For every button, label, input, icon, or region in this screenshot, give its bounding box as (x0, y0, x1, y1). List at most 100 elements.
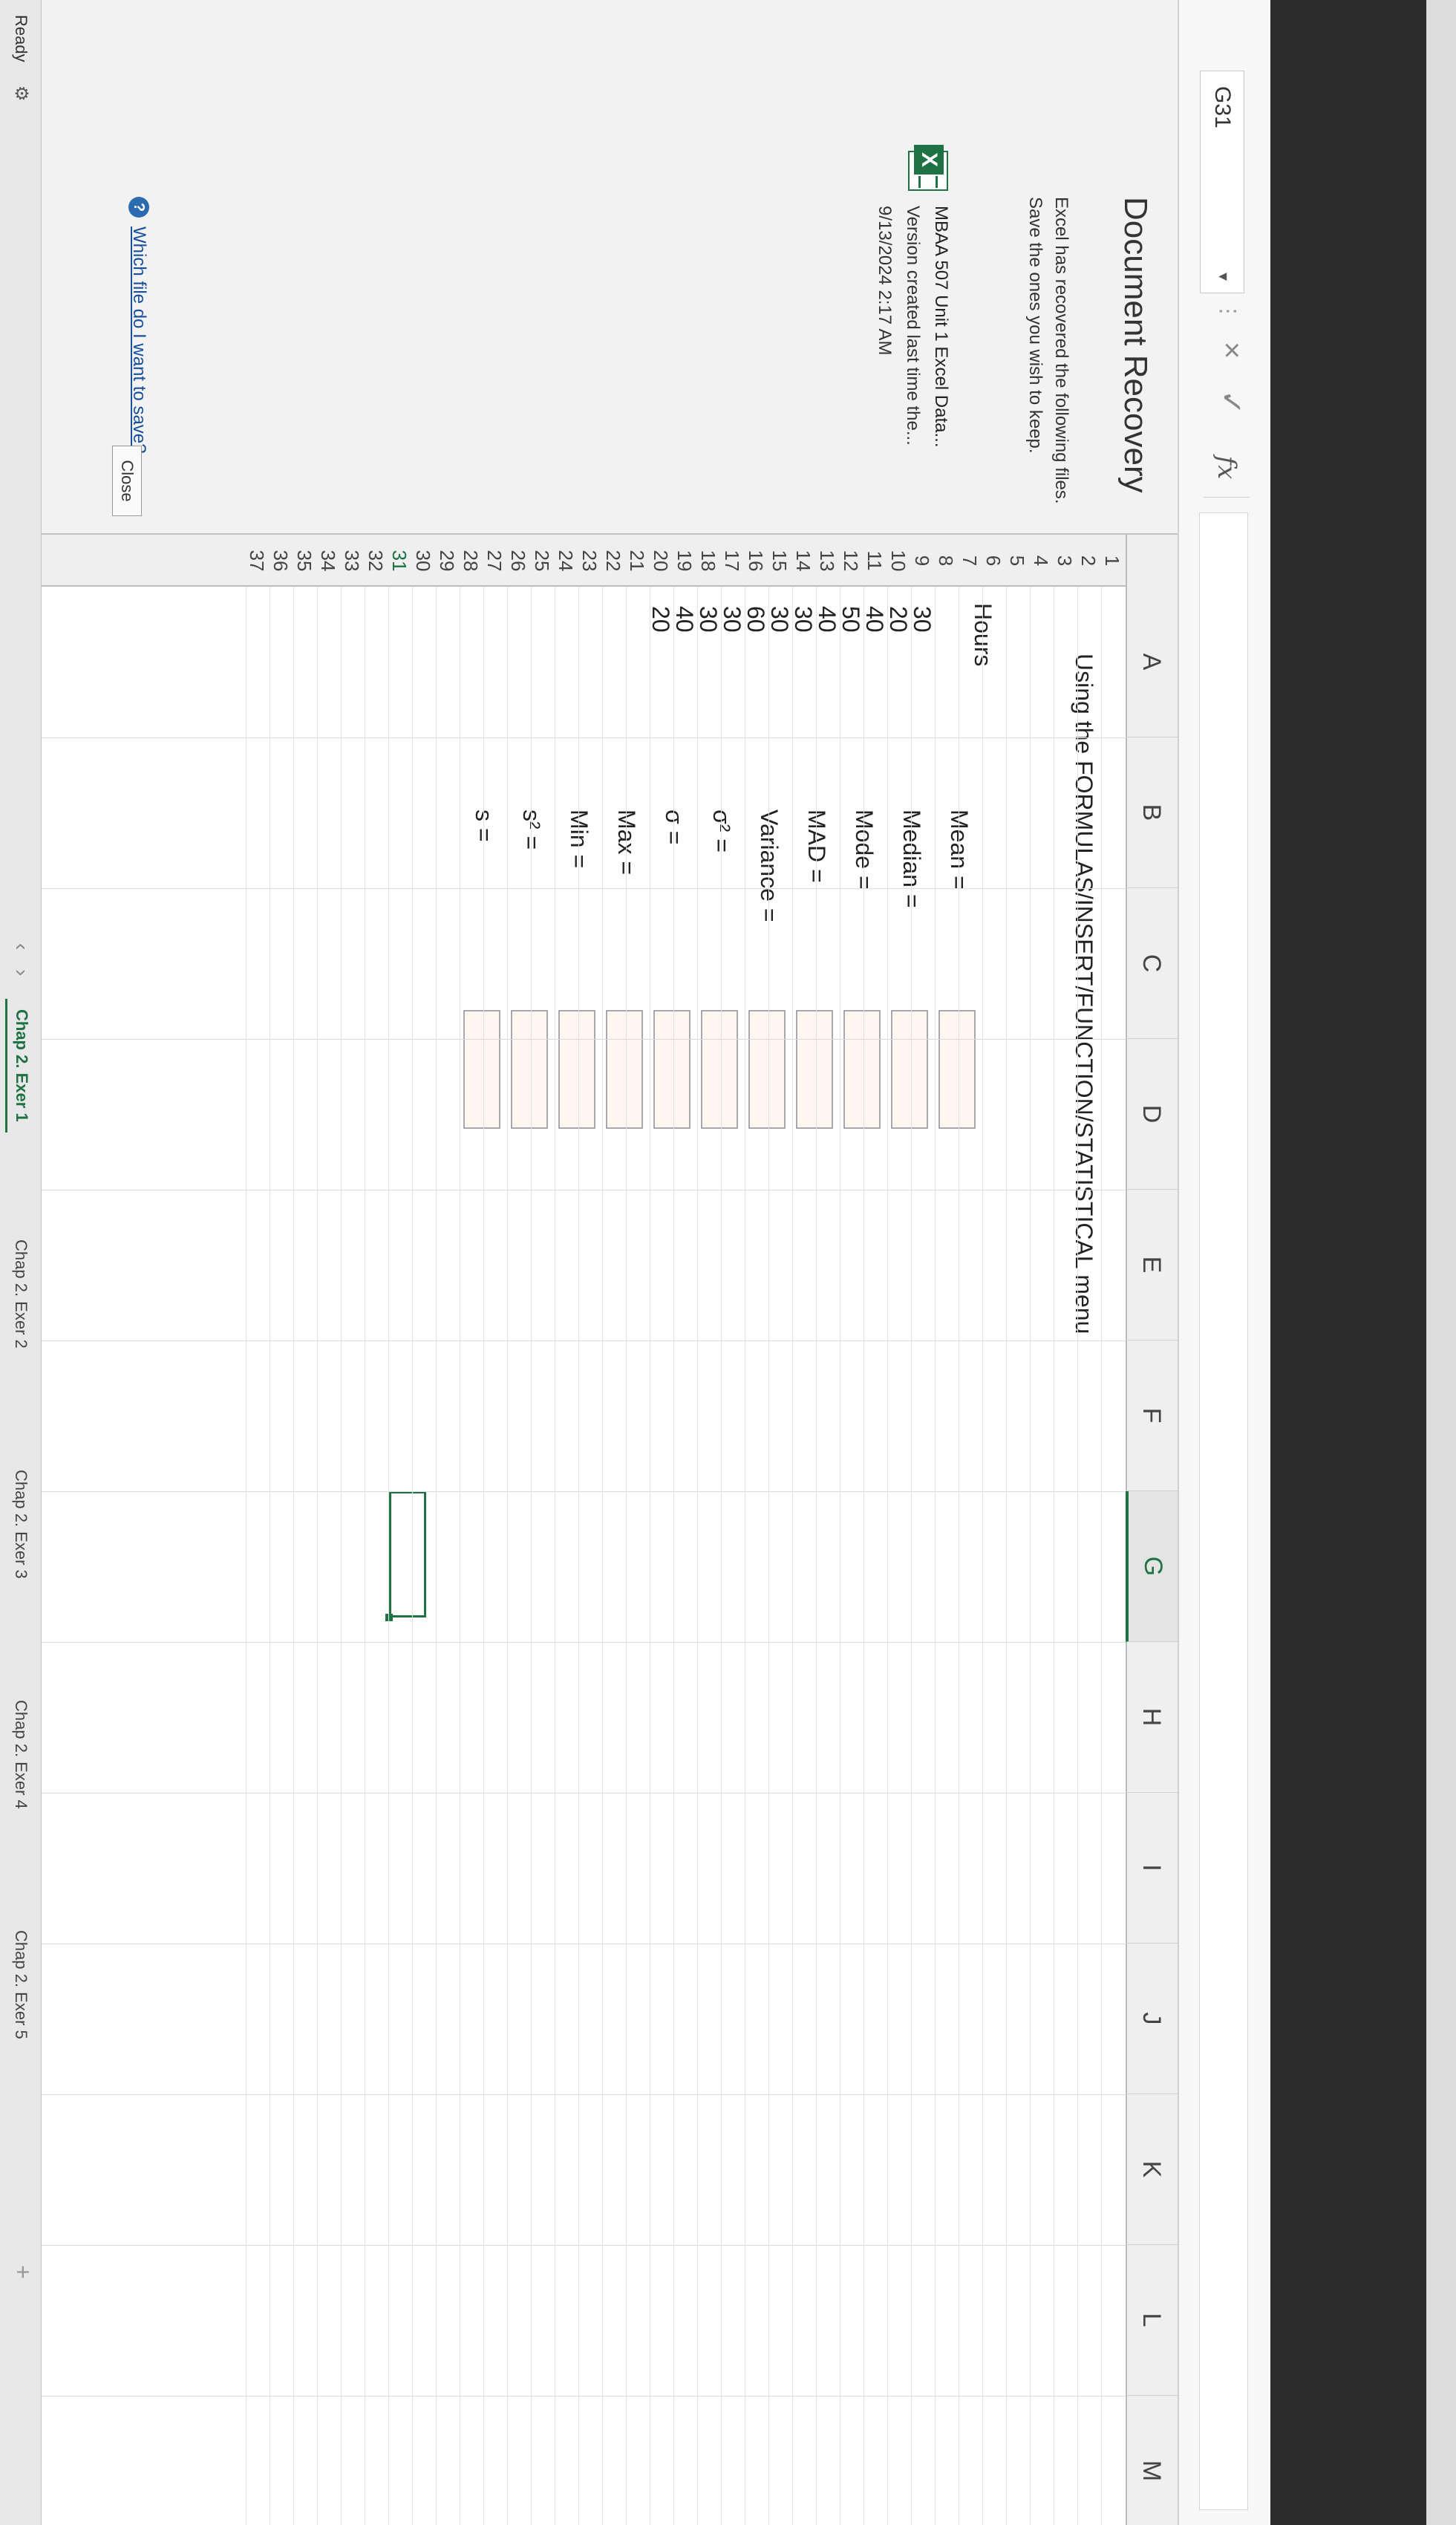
row-header-7[interactable]: 7 (958, 535, 982, 587)
row-header-21[interactable]: 21 (625, 535, 649, 587)
hours-value-cell[interactable]: 30 (909, 606, 936, 633)
gridline (721, 587, 722, 2525)
hours-value-cell[interactable]: 30 (766, 606, 793, 633)
median-answer-cell[interactable] (891, 1010, 928, 1129)
row-header-35[interactable]: 35 (293, 535, 316, 587)
row-header-14[interactable]: 14 (791, 535, 815, 587)
help-link[interactable]: Which file do I want to save? (128, 227, 149, 453)
column-header-k[interactable]: K (1126, 2094, 1178, 2245)
column-header-a[interactable]: A (1126, 587, 1178, 737)
row-header-24[interactable]: 24 (554, 535, 578, 587)
variance-answer-cell[interactable] (748, 1010, 786, 1129)
row-header-28[interactable]: 28 (459, 535, 483, 587)
accessibility-icon[interactable]: ⚙ (10, 85, 32, 102)
row-header-20[interactable]: 20 (649, 535, 673, 587)
close-button[interactable]: Close (112, 446, 142, 516)
population-sd-answer-cell[interactable] (653, 1010, 691, 1129)
column-header-h[interactable]: H (1126, 1642, 1178, 1793)
column-header-j[interactable]: J (1126, 1944, 1178, 2094)
sheet-tab-4[interactable]: Chap 2. Exer 4 (5, 1690, 36, 1819)
gridline (697, 587, 698, 2525)
hours-value-cell[interactable]: 50 (838, 606, 864, 633)
max-label: Max = (613, 809, 640, 876)
row-header-18[interactable]: 18 (696, 535, 720, 587)
row-header-6[interactable]: 6 (982, 535, 1005, 587)
hours-value-cell[interactable]: 40 (861, 606, 888, 633)
mode-answer-cell[interactable] (843, 1010, 881, 1129)
max-answer-cell[interactable] (606, 1010, 643, 1129)
hours-value-cell[interactable]: 20 (647, 606, 674, 633)
column-header-e[interactable]: E (1126, 1190, 1178, 1340)
row-header-19[interactable]: 19 (673, 535, 696, 587)
min-answer-cell[interactable] (558, 1010, 595, 1129)
row-header-16[interactable]: 16 (744, 535, 768, 587)
row-header-36[interactable]: 36 (269, 535, 293, 587)
sheet-tab-2[interactable]: Chap 2. Exer 2 (5, 1229, 36, 1359)
row-header-2[interactable]: 2 (1077, 535, 1100, 587)
recovered-file-item[interactable]: X MBAA 507 Unit 1 Excel Data... Version … (840, 145, 951, 516)
chevron-down-icon[interactable]: ▾ (1214, 273, 1233, 281)
row-header-29[interactable]: 29 (435, 535, 459, 587)
chevron-right-icon[interactable]: › (10, 969, 33, 976)
row-header-13[interactable]: 13 (815, 535, 839, 587)
row-header-30[interactable]: 30 (411, 535, 435, 587)
row-header-10[interactable]: 10 (887, 535, 910, 587)
hours-value-cell[interactable]: 30 (719, 606, 745, 633)
formula-input[interactable] (1199, 512, 1248, 2510)
row-header-37[interactable]: 37 (245, 535, 269, 587)
sheet-tab-5[interactable]: Chap 2. Exer 5 (5, 1920, 36, 2050)
help-row[interactable]: ? Which file do I want to save? (128, 197, 149, 453)
row-header-8[interactable]: 8 (934, 535, 958, 587)
column-header-g[interactable]: G (1126, 1491, 1178, 1642)
row-header-32[interactable]: 32 (364, 535, 388, 587)
sheet-tab-1[interactable]: Chap 2. Exer 1 (5, 999, 36, 1133)
spreadsheet-grid[interactable]: ABCDEFGHIJKLM 1 2 3 4 5 6 7 8 9 10 11 12 13 14 15 16 17 1… (42, 535, 1178, 2525)
mean-answer-cell[interactable] (938, 1010, 976, 1129)
row-header-4[interactable]: 4 (1029, 535, 1053, 587)
hours-value-cell[interactable]: 30 (695, 606, 722, 633)
row-header-11[interactable]: 11 (863, 535, 887, 587)
row-header-12[interactable]: 12 (839, 535, 863, 587)
row-header-26[interactable]: 26 (506, 535, 530, 587)
excel-file-icon: X (905, 145, 951, 191)
column-header-i[interactable]: I (1126, 1793, 1178, 1944)
row-header-1[interactable]: 1 (1100, 535, 1124, 587)
column-header-l[interactable]: L (1126, 2245, 1178, 2396)
mad-answer-cell[interactable] (796, 1010, 833, 1129)
hours-value-cell[interactable]: 40 (671, 606, 698, 633)
row-header-34[interactable]: 34 (316, 535, 340, 587)
sample-variance-answer-cell[interactable] (511, 1010, 548, 1129)
checkmark-icon[interactable]: ✓ (1214, 390, 1248, 415)
row-header-25[interactable]: 25 (530, 535, 554, 587)
sample-sd-answer-cell[interactable] (463, 1010, 500, 1129)
row-header-17[interactable]: 17 (720, 535, 744, 587)
row-header-15[interactable]: 15 (768, 535, 791, 587)
row-header-31[interactable]: 31 (388, 535, 411, 587)
hours-value-cell[interactable]: 60 (742, 606, 769, 633)
name-box[interactable]: G31 ▾ (1200, 71, 1244, 293)
row-header-23[interactable]: 23 (578, 535, 601, 587)
selected-cell-g31[interactable] (389, 1491, 426, 1617)
insert-function-icon[interactable]: fx (1204, 438, 1250, 498)
column-header-d[interactable]: D (1126, 1039, 1178, 1190)
population-variance-answer-cell[interactable] (701, 1010, 738, 1129)
hours-value-cell[interactable]: 20 (885, 606, 912, 633)
row-header-5[interactable]: 5 (1005, 535, 1029, 587)
hours-value-cell[interactable]: 40 (814, 606, 840, 633)
fill-handle[interactable] (385, 1614, 393, 1621)
column-header-c[interactable]: C (1126, 888, 1178, 1039)
row-header-22[interactable]: 22 (601, 535, 625, 587)
cancel-icon[interactable]: × (1215, 342, 1248, 359)
row-header-33[interactable]: 33 (340, 535, 364, 587)
sheet-tab-3[interactable]: Chap 2. Exer 3 (5, 1459, 36, 1589)
chevron-left-icon[interactable]: ‹ (10, 943, 33, 950)
hours-value-cell[interactable]: 30 (790, 606, 817, 633)
row-header-27[interactable]: 27 (483, 535, 506, 587)
gridline (1077, 587, 1078, 2525)
column-header-f[interactable]: F (1126, 1340, 1178, 1491)
row-header-9[interactable]: 9 (910, 535, 934, 587)
column-header-m[interactable]: M (1126, 2396, 1178, 2525)
row-header-3[interactable]: 3 (1053, 535, 1077, 587)
add-sheet-icon[interactable]: + (9, 2265, 36, 2279)
column-header-b[interactable]: B (1126, 737, 1178, 888)
